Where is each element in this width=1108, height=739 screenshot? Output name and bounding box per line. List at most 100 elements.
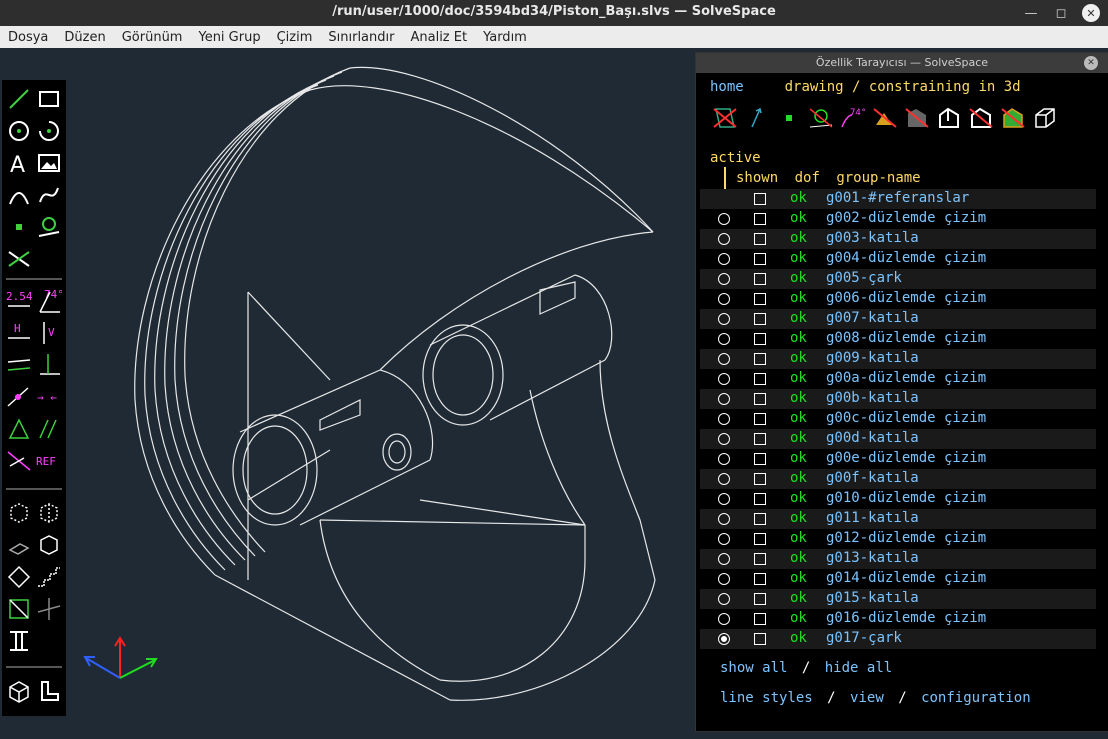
half-cube-icon[interactable]: [36, 532, 62, 558]
group-name-link[interactable]: g017-çark: [826, 630, 902, 646]
active-group-radio[interactable]: [718, 493, 730, 505]
group-name-link[interactable]: g016-düzlemde çizim: [826, 610, 986, 626]
group-row[interactable]: ok g014-düzlemde çizim: [700, 569, 1096, 589]
menu-file[interactable]: Dosya: [0, 30, 56, 45]
l-profile-icon[interactable]: [36, 678, 62, 704]
point-tool-icon[interactable]: [6, 214, 32, 240]
active-group-radio[interactable]: [718, 553, 730, 565]
shown-checkbox[interactable]: [754, 353, 766, 365]
group-row[interactable]: ok g001-#referanslar: [700, 189, 1096, 209]
circle-tool-icon[interactable]: [6, 118, 32, 144]
minimize-icon[interactable]: —: [1022, 4, 1040, 22]
active-group-radio[interactable]: [718, 513, 730, 525]
group-row[interactable]: ok g016-düzlemde çizim: [700, 609, 1096, 629]
group-row[interactable]: ok g002-düzlemde çizim: [700, 209, 1096, 229]
group-row[interactable]: ok g015-katıla: [700, 589, 1096, 609]
group-name-link[interactable]: g005-çark: [826, 270, 902, 286]
active-group-radio[interactable]: [718, 433, 730, 445]
shown-checkbox[interactable]: [754, 613, 766, 625]
active-group-radio[interactable]: [718, 453, 730, 465]
active-group-radio[interactable]: [718, 633, 730, 645]
group-name-link[interactable]: g007-katıla: [826, 310, 919, 326]
group-name-link[interactable]: g00e-düzlemde çizim: [826, 450, 986, 466]
group-name-link[interactable]: g004-düzlemde çizim: [826, 250, 986, 266]
vertical-constraint-icon[interactable]: V: [36, 320, 62, 346]
normals-icon[interactable]: [742, 105, 772, 131]
shown-checkbox[interactable]: [754, 253, 766, 265]
menu-sketch[interactable]: Çizim: [269, 30, 321, 45]
show-all-link[interactable]: show all: [720, 660, 787, 676]
shown-checkbox[interactable]: [754, 273, 766, 285]
image-tool-icon[interactable]: [36, 150, 62, 176]
shown-checkbox[interactable]: [754, 553, 766, 565]
nearest-isometric-view-icon[interactable]: [6, 500, 32, 526]
group-name-link[interactable]: g00a-düzlemde çizim: [826, 370, 986, 386]
active-group-radio[interactable]: [718, 373, 730, 385]
section-icon[interactable]: [6, 628, 32, 654]
shown-checkbox[interactable]: [754, 433, 766, 445]
dimensions-icon[interactable]: 74°: [838, 105, 868, 131]
mesh-icon[interactable]: [966, 105, 996, 131]
menu-help[interactable]: Yardım: [475, 30, 535, 45]
group-row[interactable]: ok g00a-düzlemde çizim: [700, 369, 1096, 389]
active-group-radio[interactable]: [718, 613, 730, 625]
shown-checkbox[interactable]: [754, 513, 766, 525]
close-icon[interactable]: ✕: [1084, 56, 1098, 70]
group-row[interactable]: ok g00d-katıla: [700, 429, 1096, 449]
group-row[interactable]: ok g00e-düzlemde çizim: [700, 449, 1096, 469]
active-group-radio[interactable]: [718, 473, 730, 485]
text-tool-icon[interactable]: A: [6, 150, 32, 176]
active-group-radio[interactable]: [718, 393, 730, 405]
active-group-radio[interactable]: [718, 313, 730, 325]
group-row[interactable]: ok g004-düzlemde çizim: [700, 249, 1096, 269]
group-name-link[interactable]: g002-düzlemde çizim: [826, 210, 986, 226]
shown-checkbox[interactable]: [754, 193, 766, 205]
shown-checkbox[interactable]: [754, 593, 766, 605]
group-row[interactable]: ok g006-düzlemde çizim: [700, 289, 1096, 309]
shown-checkbox[interactable]: [754, 493, 766, 505]
configuration-link[interactable]: configuration: [921, 690, 1031, 706]
group-row[interactable]: ok g008-düzlemde çizim: [700, 329, 1096, 349]
group-name-link[interactable]: g00c-düzlemde çizim: [826, 410, 986, 426]
shown-checkbox[interactable]: [754, 293, 766, 305]
menu-new-group[interactable]: Yeni Grup: [190, 30, 268, 45]
group-row[interactable]: ok g00c-düzlemde çizim: [700, 409, 1096, 429]
workplane-tool-icon[interactable]: [36, 214, 62, 240]
spline-tool-icon[interactable]: [36, 182, 62, 208]
rectangle-tool-icon[interactable]: [36, 86, 62, 112]
line-styles-link[interactable]: line styles: [720, 690, 813, 706]
edges-icon[interactable]: [998, 105, 1028, 131]
group-row[interactable]: ok g010-düzlemde çizim: [700, 489, 1096, 509]
active-group-radio[interactable]: [718, 273, 730, 285]
point-on-line-constraint-icon[interactable]: [6, 384, 32, 410]
menu-analyze[interactable]: Analiz Et: [402, 30, 475, 45]
shown-checkbox[interactable]: [754, 313, 766, 325]
group-name-link[interactable]: g012-düzlemde çizim: [826, 530, 986, 546]
shown-checkbox[interactable]: [754, 233, 766, 245]
equal-constraint-icon[interactable]: [6, 416, 32, 442]
constraints-icon[interactable]: [806, 105, 836, 131]
view-link[interactable]: view: [850, 690, 884, 706]
shown-checkbox[interactable]: [754, 533, 766, 545]
symmetric-constraint-icon[interactable]: [6, 448, 32, 474]
points-icon[interactable]: [774, 105, 804, 131]
solid-view-icon[interactable]: [6, 678, 32, 704]
active-group-radio[interactable]: [718, 533, 730, 545]
shaded-hidden-icon[interactable]: [902, 105, 932, 131]
group-row[interactable]: ok g005-çark: [700, 269, 1096, 289]
hide-all-link[interactable]: hide all: [825, 660, 892, 676]
group-name-link[interactable]: g010-düzlemde çizim: [826, 490, 986, 506]
arc-tool-icon[interactable]: [36, 118, 62, 144]
extrude-view-icon[interactable]: [6, 532, 32, 558]
axis-cross-icon[interactable]: [36, 596, 62, 622]
group-row[interactable]: ok g00b-katıla: [700, 389, 1096, 409]
group-row[interactable]: ok g009-katıla: [700, 349, 1096, 369]
workplanes-hidden-icon[interactable]: [710, 105, 740, 131]
coincident-constraint-icon[interactable]: → ←: [36, 384, 62, 410]
reference-toggle-icon[interactable]: REF: [36, 448, 62, 474]
construction-toggle-icon[interactable]: [6, 564, 32, 590]
group-name-link[interactable]: g011-katıla: [826, 510, 919, 526]
active-group-radio[interactable]: [718, 353, 730, 365]
horizontal-constraint-icon[interactable]: H: [6, 320, 32, 346]
same-orientation-constraint-icon[interactable]: [36, 416, 62, 442]
